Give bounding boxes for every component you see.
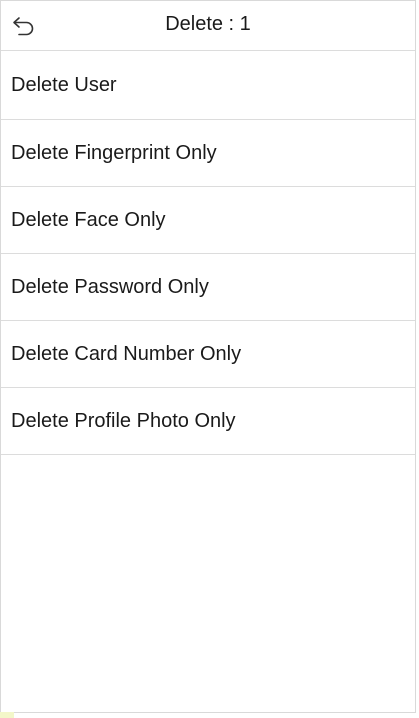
undo-arrow-icon bbox=[13, 17, 34, 36]
delete-screen: Delete : 1 Delete User Delete Fingerprin… bbox=[0, 0, 416, 713]
back-button[interactable] bbox=[7, 10, 41, 42]
header-bar: Delete : 1 bbox=[1, 1, 415, 51]
page-title: Delete : 1 bbox=[165, 13, 251, 35]
delete-profile-photo-only-item[interactable]: Delete Profile Photo Only bbox=[1, 388, 415, 455]
delete-face-only-item[interactable]: Delete Face Only bbox=[1, 187, 415, 254]
corner-decoration bbox=[0, 712, 14, 718]
delete-password-only-item[interactable]: Delete Password Only bbox=[1, 254, 415, 321]
delete-fingerprint-only-item[interactable]: Delete Fingerprint Only bbox=[1, 120, 415, 187]
delete-options-list: Delete User Delete Fingerprint Only Dele… bbox=[1, 51, 415, 455]
delete-card-number-only-item[interactable]: Delete Card Number Only bbox=[1, 321, 415, 388]
delete-user-item[interactable]: Delete User bbox=[1, 51, 415, 120]
